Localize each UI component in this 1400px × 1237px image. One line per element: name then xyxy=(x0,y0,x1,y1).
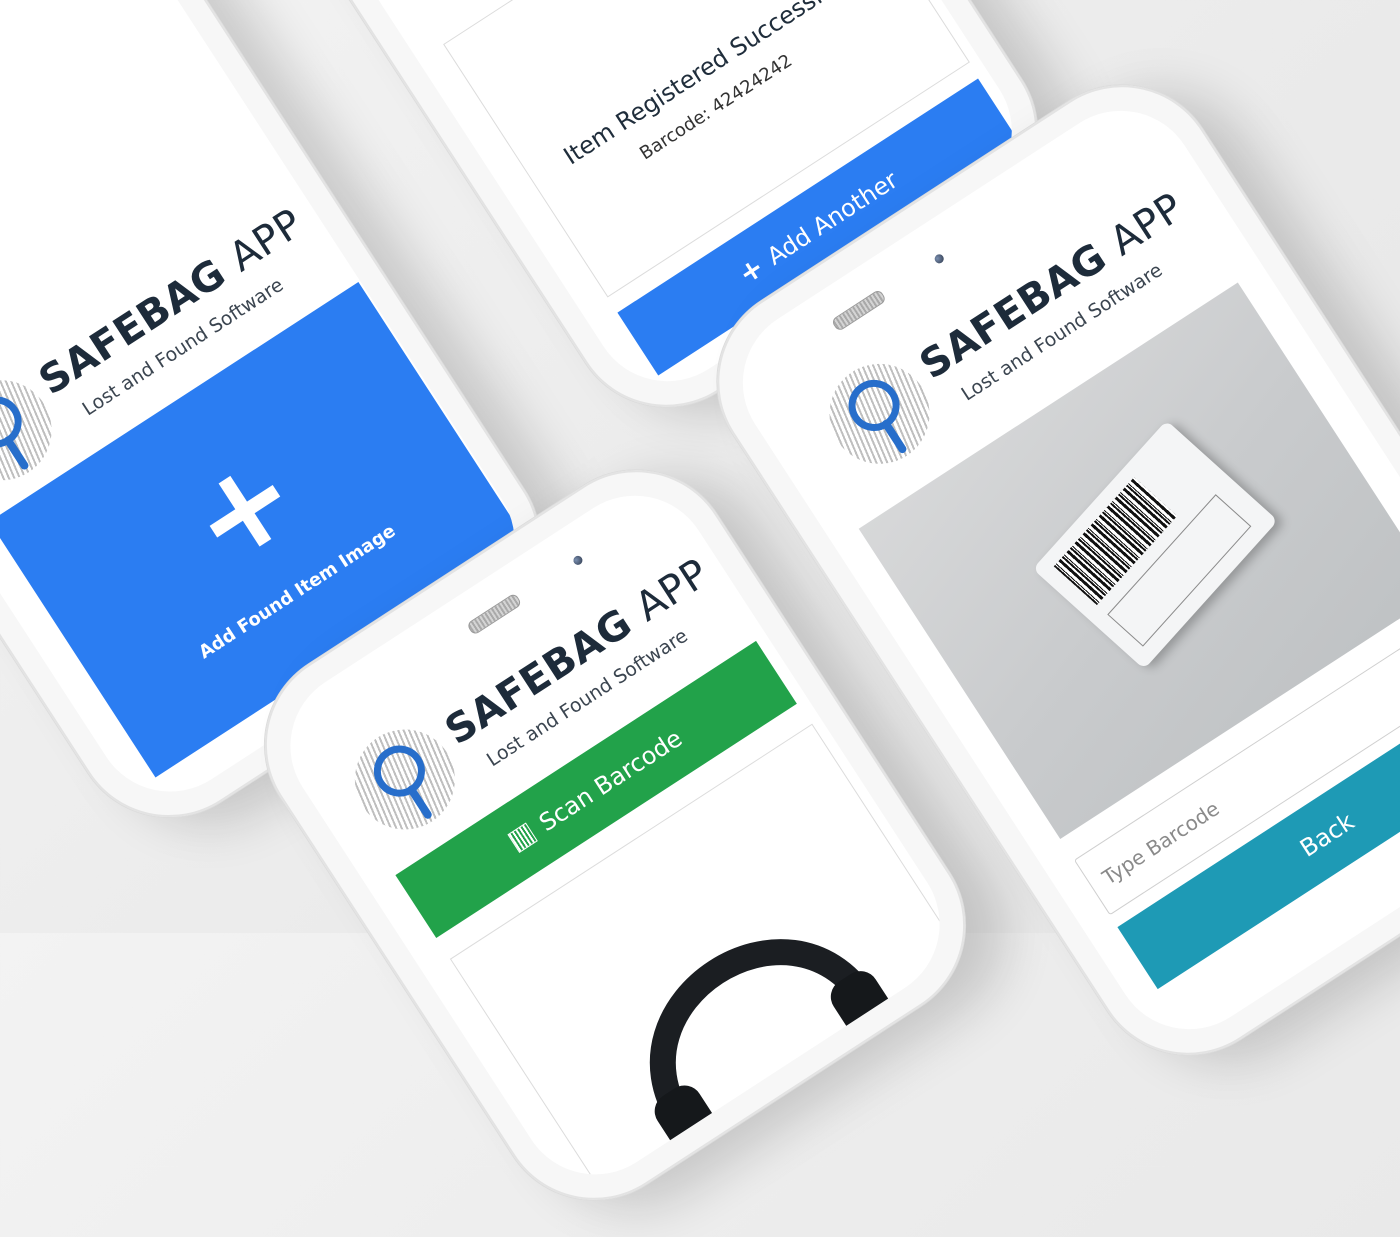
phone-camera xyxy=(571,554,585,567)
luggage-tag-image xyxy=(1032,420,1278,670)
headphones-image xyxy=(649,939,898,1158)
phone-camera xyxy=(932,252,946,266)
back-label: Back xyxy=(1295,807,1360,863)
barcode-icon xyxy=(506,822,538,853)
brand-suffix: APP xyxy=(627,550,718,631)
plus-icon: + xyxy=(732,250,771,291)
plus-icon: + xyxy=(163,423,324,595)
phone-speaker xyxy=(466,592,523,636)
brand-suffix: APP xyxy=(221,200,311,281)
success-title: Item Registered Successfully xyxy=(558,0,865,171)
phone-speaker xyxy=(830,288,887,333)
brand-suffix: APP xyxy=(1101,184,1192,266)
